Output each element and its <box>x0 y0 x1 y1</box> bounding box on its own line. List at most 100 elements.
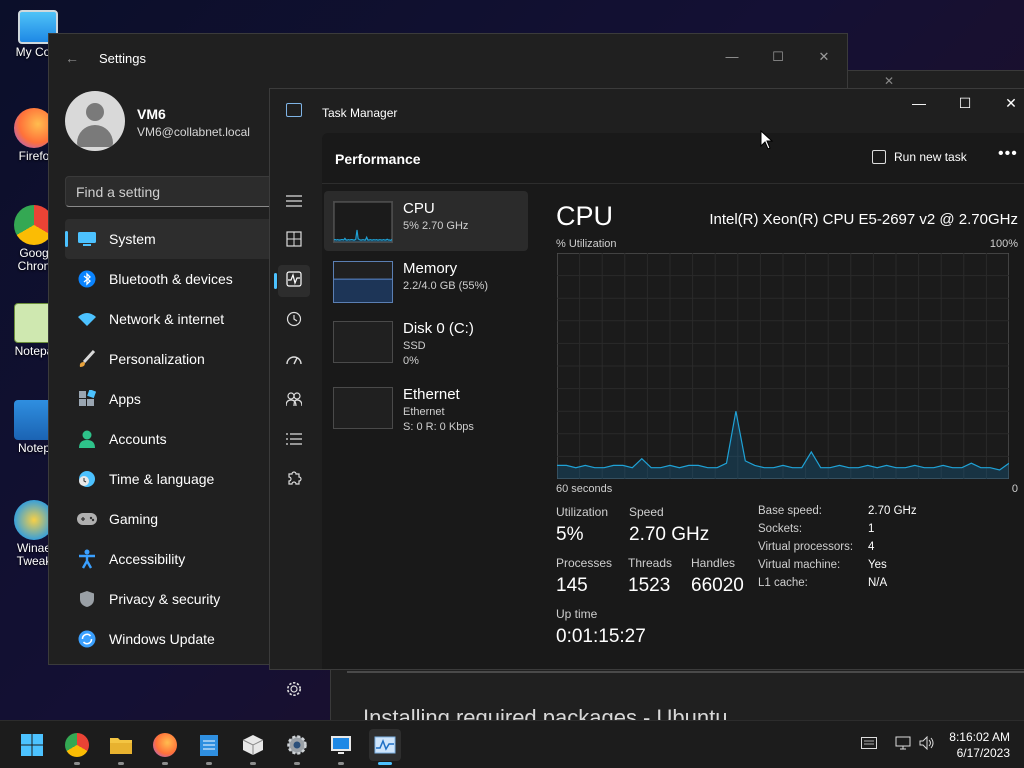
nav-label: Personalization <box>109 351 205 367</box>
cpu-title: CPU <box>556 201 614 231</box>
stat-threads: Threads 1523 <box>628 556 673 596</box>
app-history-tab[interactable] <box>278 305 310 337</box>
keyboard-icon[interactable] <box>861 736 878 754</box>
notepad-icon <box>200 735 218 756</box>
history-icon <box>286 311 302 332</box>
clock[interactable]: 8:16:02 AM 6/17/2023 <box>949 729 1010 761</box>
spec-row: Virtual machine: Yes <box>758 559 887 571</box>
windows-start-icon <box>21 734 43 756</box>
resource-item-ethernet[interactable]: Ethernet Ethernet S: 0 R: 0 Kbps <box>324 377 528 437</box>
apps-icon <box>77 389 97 409</box>
network-icon[interactable] <box>895 736 911 755</box>
close-button[interactable]: ✕ <box>988 89 1024 119</box>
nav-label: System <box>109 231 156 247</box>
file-explorer-icon <box>110 738 132 754</box>
utilization-axis-label: % Utilization <box>556 238 617 250</box>
taskbar-chrome[interactable] <box>61 729 93 765</box>
resource-detail: SSD 0% <box>403 340 426 367</box>
back-button[interactable]: ← <box>65 50 79 66</box>
puzzle-icon <box>286 470 302 492</box>
update-icon <box>77 629 97 649</box>
system-tray: 8:16:02 AM 6/17/2023 <box>861 721 1010 768</box>
performance-tab[interactable] <box>274 265 310 297</box>
processes-icon <box>286 230 302 252</box>
resource-item-disk[interactable]: Disk 0 (C:) SSD 0% <box>324 311 528 371</box>
users-tab[interactable] <box>278 385 310 417</box>
user-name: VM6 <box>137 106 166 122</box>
processes-tab[interactable] <box>278 225 310 257</box>
nav-label: Time & language <box>109 471 215 487</box>
details-tab[interactable] <box>278 425 310 457</box>
page-title: Performance <box>335 151 421 167</box>
resource-item-memory[interactable]: Memory 2.2/4.0 GB (55%) <box>324 251 528 311</box>
minimize-button[interactable]: — <box>709 42 755 72</box>
nav-label: Network & internet <box>109 311 225 327</box>
settings-gear-icon <box>287 735 307 755</box>
performance-icon <box>286 270 302 292</box>
divider <box>347 671 1024 673</box>
maximize-button[interactable]: ☐ <box>755 42 801 72</box>
list-icon <box>286 432 302 450</box>
wifi-icon <box>77 309 97 329</box>
firefox-icon <box>153 733 177 757</box>
close-icon[interactable]: ✕ <box>884 74 894 88</box>
memory-thumbnail-graph <box>333 261 393 303</box>
mouse-cursor-icon <box>760 130 774 150</box>
hamburger-menu-button[interactable] <box>278 185 310 217</box>
cpu-spec-list: Base speed: 2.70 GHz Sockets: 1 Virtual pr… <box>758 505 917 595</box>
chrome-icon <box>65 733 89 757</box>
services-tab[interactable] <box>278 465 310 497</box>
cpu-utilization-graph <box>557 253 1009 479</box>
close-button[interactable]: ✕ <box>801 42 847 72</box>
nav-rail <box>270 133 318 696</box>
ethernet-thumbnail-graph <box>333 387 393 429</box>
time-end-label: 0 <box>1011 483 1018 495</box>
start-button[interactable] <box>16 729 48 761</box>
nav-label: Windows Update <box>109 631 215 647</box>
cpu-detail: CPU Intel(R) Xeon(R) CPU E5-2697 v2 @ 2.… <box>554 133 1024 669</box>
taskbar: 8:16:02 AM 6/17/2023 <box>0 720 1024 768</box>
volume-icon[interactable] <box>919 735 935 755</box>
taskbar-file-explorer[interactable] <box>105 729 137 765</box>
nav-label: Gaming <box>109 511 159 527</box>
resource-name: CPU <box>403 200 435 217</box>
accessibility-icon <box>77 549 97 569</box>
bluetooth-icon <box>77 269 97 289</box>
gear-icon <box>286 681 302 702</box>
taskbar-settings[interactable] <box>281 729 313 765</box>
spec-row: Virtual processors: 4 <box>758 541 875 553</box>
gamepad-icon <box>77 509 97 529</box>
stat-uptime: Up time 0:01:15:27 <box>556 607 646 647</box>
clock-date: 6/17/2023 <box>956 746 1010 760</box>
users-icon <box>285 391 303 412</box>
accounts-icon <box>77 429 97 449</box>
nav-label: Apps <box>109 391 141 407</box>
remote-desktop-icon <box>331 736 351 754</box>
task-manager-icon <box>286 103 302 117</box>
avatar[interactable] <box>65 91 125 151</box>
taskbar-task-manager[interactable] <box>369 729 401 765</box>
spec-row: Base speed: 2.70 GHz <box>758 505 917 517</box>
maximize-button[interactable]: ☐ <box>942 89 988 119</box>
stat-processes: Processes 145 <box>556 556 613 596</box>
taskbar-firefox[interactable] <box>149 729 181 765</box>
taskbar-remote-desktop[interactable] <box>325 729 357 765</box>
settings-button[interactable] <box>278 675 310 707</box>
resource-list: CPU 5% 2.70 GHz Memory 2.2/4.0 GB (55%) … <box>324 191 528 437</box>
speedometer-icon <box>286 352 302 370</box>
resource-item-cpu[interactable]: CPU 5% 2.70 GHz <box>324 191 528 251</box>
nav-label: Bluetooth & devices <box>109 271 233 287</box>
clock-globe-icon <box>77 469 97 489</box>
clock-time: 8:16:02 AM <box>949 730 1010 744</box>
package-icon <box>242 735 264 755</box>
startup-apps-tab[interactable] <box>278 345 310 377</box>
task-manager-icon <box>374 736 396 754</box>
shield-icon <box>77 589 97 609</box>
taskbar-package[interactable] <box>237 729 269 765</box>
task-manager-window[interactable]: Task Manager — ☐ ✕ Performance Run new t… <box>269 88 1024 696</box>
taskbar-notepad[interactable] <box>193 729 225 765</box>
brush-icon <box>77 349 97 369</box>
graph-background <box>334 202 392 242</box>
stat-handles: Handles 66020 <box>691 556 744 596</box>
minimize-button[interactable]: — <box>896 89 942 119</box>
